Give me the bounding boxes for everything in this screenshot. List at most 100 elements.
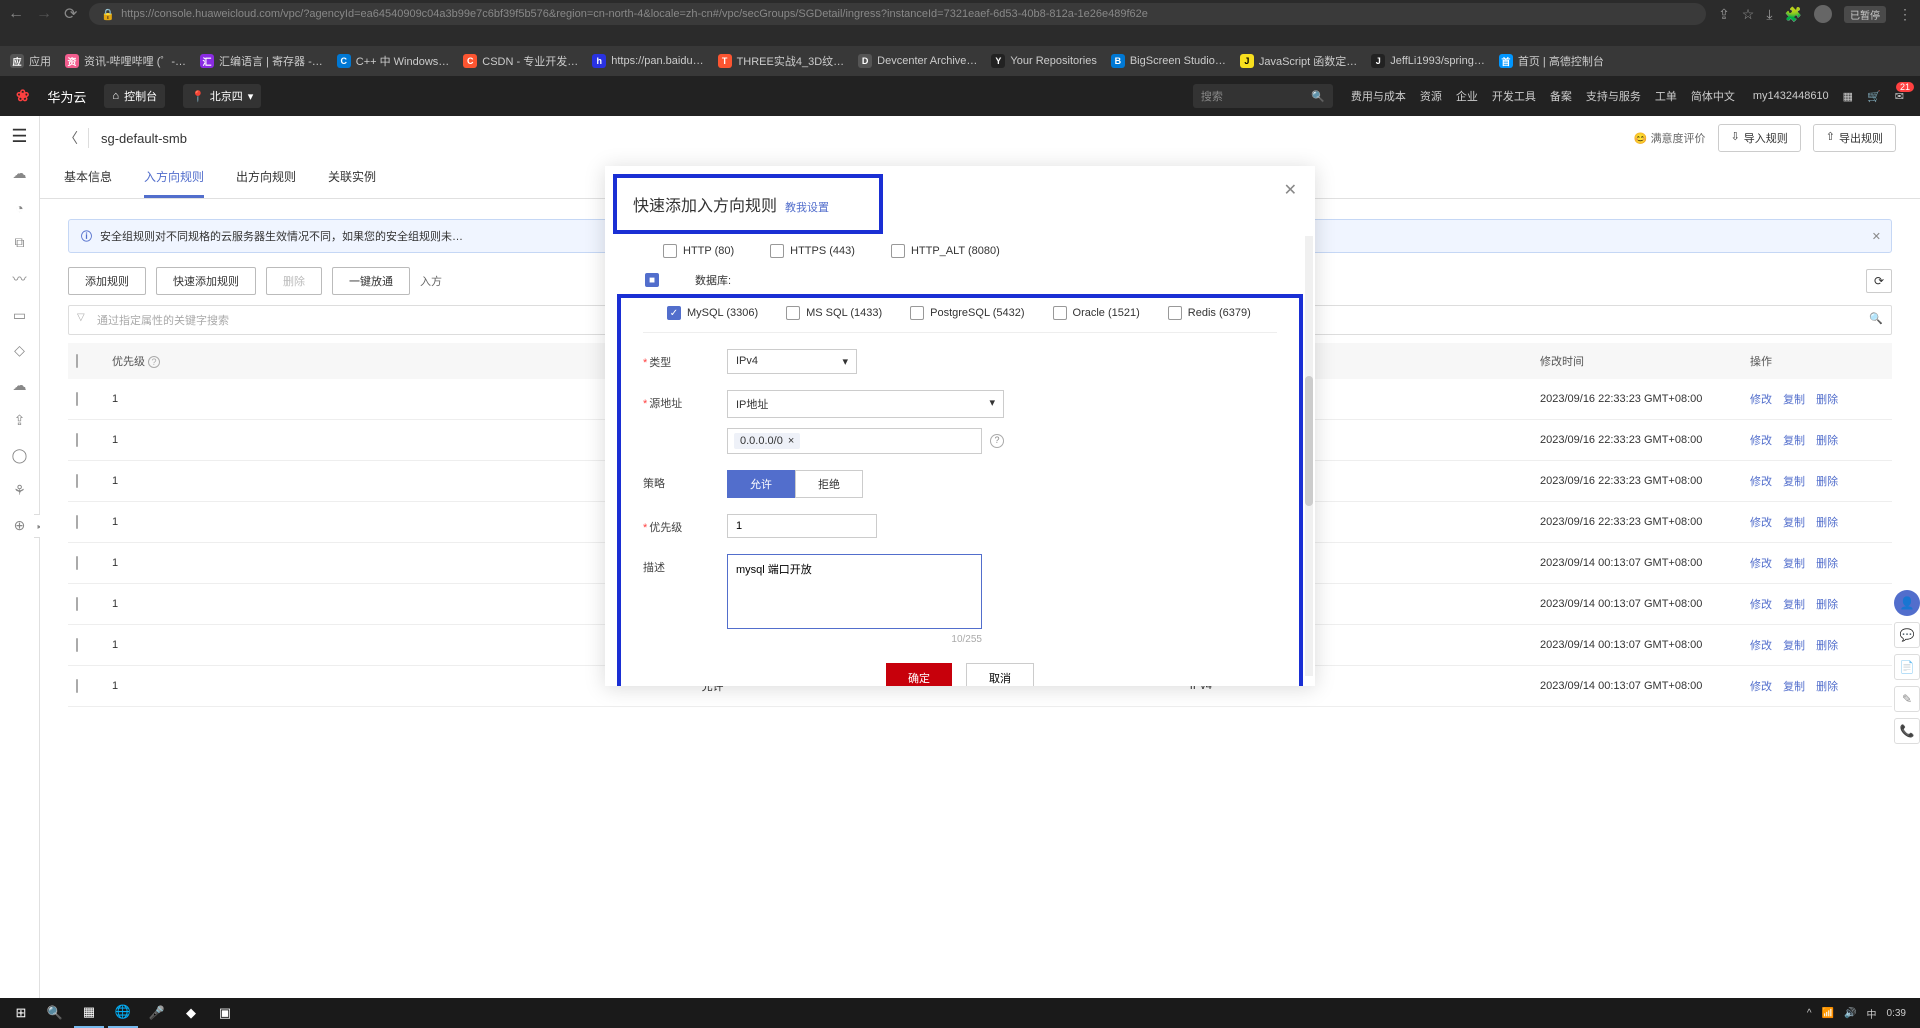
profile-avatar[interactable] xyxy=(1814,5,1832,23)
source-ip-input[interactable]: 0.0.0.0/0× xyxy=(727,428,982,454)
allow-button[interactable]: 允许 xyxy=(727,470,795,498)
source-type-select[interactable]: IP地址▾ xyxy=(727,390,1004,418)
float-phone-icon[interactable]: 📞 xyxy=(1894,718,1920,744)
console-link[interactable]: ⌂ 控制台 xyxy=(104,84,165,108)
cart-icon[interactable]: 🛒 xyxy=(1867,90,1881,103)
bookmark-item[interactable]: YYour Repositories xyxy=(991,54,1096,68)
http-checkbox[interactable]: HTTP (80) xyxy=(663,244,734,258)
header-link[interactable]: 工单 xyxy=(1655,88,1677,104)
tag-remove-icon: × xyxy=(788,435,794,447)
description-textarea[interactable] xyxy=(727,554,982,629)
bookmark-item[interactable]: JJeffLi1993/spring… xyxy=(1371,54,1485,68)
header-link[interactable]: 支持与服务 xyxy=(1586,88,1641,104)
star-icon[interactable]: ☆ xyxy=(1742,6,1755,23)
float-doc-icon[interactable]: 📄 xyxy=(1894,654,1920,680)
tray-ime[interactable]: 中 xyxy=(1867,1006,1877,1021)
url-text: https://console.huaweicloud.com/vpc/?age… xyxy=(121,8,1148,20)
ip-tag[interactable]: 0.0.0.0/0× xyxy=(734,433,800,449)
bookmark-item[interactable]: JJavaScript 函数定… xyxy=(1240,53,1357,69)
policy-label: 策略 xyxy=(643,470,713,491)
deny-button[interactable]: 拒绝 xyxy=(795,470,863,498)
type-select[interactable]: IPv4▾ xyxy=(727,349,857,374)
task-term[interactable]: ▣ xyxy=(210,998,240,1028)
reload-icon[interactable]: ⟳ xyxy=(64,4,77,24)
bookmark-icon: 资 xyxy=(65,54,79,68)
priority-input[interactable] xyxy=(727,514,877,538)
download-icon[interactable]: ⤓ xyxy=(1766,6,1772,23)
http-alt-checkbox[interactable]: HTTP_ALT (8080) xyxy=(891,244,1000,258)
menu-icon[interactable]: ⋮ xyxy=(1898,6,1912,23)
help-icon[interactable]: ? xyxy=(990,434,1004,448)
mssql-checkbox[interactable]: MS SQL (1433) xyxy=(786,306,882,320)
bookmark-item[interactable]: 资资讯-哔哩哔哩 (゜-… xyxy=(65,53,186,69)
modal-title: 快速添加入方向规则 xyxy=(633,192,777,216)
bookmark-icon: h xyxy=(592,54,606,68)
notification-icon[interactable]: ✉21 xyxy=(1895,90,1904,103)
cancel-button[interactable]: 取消 xyxy=(966,663,1034,686)
tray-time[interactable]: 0:39 xyxy=(1887,1008,1906,1019)
bookmark-item[interactable]: BBigScreen Studio… xyxy=(1111,54,1226,68)
bookmark-item[interactable]: 汇汇编语言 | 寄存器 -… xyxy=(200,53,323,69)
teach-me-link[interactable]: 教我设置 xyxy=(785,199,829,215)
bookmarks-bar: 应应用资资讯-哔哩哔哩 (゜-… 汇汇编语言 | 寄存器 -… CC++ 中 Win… xyxy=(0,46,1920,76)
header-link[interactable]: 开发工具 xyxy=(1492,88,1536,104)
header-link[interactable]: 备案 xyxy=(1550,88,1572,104)
region-select[interactable]: 📍 北京四 ▾ xyxy=(183,84,261,108)
tray-up-icon[interactable]: ^ xyxy=(1807,1008,1812,1019)
brand-text: 华为云 xyxy=(47,87,86,106)
header-link[interactable]: 简体中文 xyxy=(1691,88,1735,104)
address-bar[interactable]: 🔒 https://console.huaweicloud.com/vpc/?a… xyxy=(89,3,1706,25)
huawei-logo-icon[interactable]: ❀ xyxy=(16,86,29,106)
modal-scrollbar-thumb[interactable] xyxy=(1305,376,1313,506)
task-chrome[interactable]: 🌐 xyxy=(108,998,138,1028)
postgresql-checkbox[interactable]: PostgreSQL (5432) xyxy=(910,306,1024,320)
browser-chrome: ← → ⟳ 🔒 https://console.huaweicloud.com/… xyxy=(0,0,1920,46)
header-link[interactable]: 费用与成本 xyxy=(1351,88,1406,104)
mysql-checkbox[interactable]: ✓MySQL (3306) xyxy=(667,306,758,320)
database-label: 数据库: xyxy=(695,272,731,288)
task-app-1[interactable]: ▦ xyxy=(74,998,104,1028)
extensions-icon[interactable]: 🧩 xyxy=(1785,6,1802,23)
redis-checkbox[interactable]: Redis (6379) xyxy=(1168,306,1251,320)
start-icon[interactable]: ⊞ xyxy=(6,998,36,1028)
user-name[interactable]: my1432448610 xyxy=(1753,90,1829,102)
back-icon[interactable]: ← xyxy=(8,5,24,23)
bookmark-item[interactable]: CC++ 中 Windows… xyxy=(337,53,450,69)
chevron-down-icon: ▾ xyxy=(989,396,995,412)
bookmark-item[interactable]: DDevcenter Archive… xyxy=(858,54,977,68)
modal-overlay: ✕ 快速添加入方向规则 教我设置 HTTP (80) HTTPS (443) H… xyxy=(0,116,1920,1028)
tray-wifi-icon[interactable]: 📶 xyxy=(1822,1008,1834,1019)
bookmark-icon: B xyxy=(1111,54,1125,68)
share-icon[interactable]: ⇪ xyxy=(1718,6,1730,23)
confirm-button[interactable]: 确定 xyxy=(886,663,952,686)
bookmark-icon: C xyxy=(463,54,477,68)
highlighted-form-frame: ✓MySQL (3306) MS SQL (1433) PostgreSQL (… xyxy=(617,294,1303,686)
bookmark-icon: T xyxy=(718,54,732,68)
database-group-checkbox[interactable]: ■ xyxy=(645,273,659,287)
forward-icon: → xyxy=(36,5,52,23)
bookmark-item[interactable]: 应应用 xyxy=(10,53,51,69)
float-survey-icon[interactable]: ✎ xyxy=(1894,686,1920,712)
task-vscode[interactable]: ◆ xyxy=(176,998,206,1028)
bookmark-item[interactable]: 首首页 | 高德控制台 xyxy=(1499,53,1604,69)
search-icon: 🔍 xyxy=(1311,90,1325,103)
bookmark-item[interactable]: TTHREE实战4_3D纹… xyxy=(718,53,845,69)
huawei-header: ❀ 华为云 ⌂ 控制台 📍 北京四 ▾ 搜索🔍 费用与成本资源企业开发工具备案支… xyxy=(0,76,1920,116)
header-search[interactable]: 搜索🔍 xyxy=(1193,84,1333,108)
bookmark-item[interactable]: hhttps://pan.baidu… xyxy=(592,54,703,68)
header-link[interactable]: 资源 xyxy=(1420,88,1442,104)
grid-icon[interactable]: ▦ xyxy=(1843,90,1853,103)
bookmark-icon: C xyxy=(337,54,351,68)
tray-vol-icon[interactable]: 🔊 xyxy=(1844,1008,1856,1019)
bookmark-item[interactable]: CCSDN - 专业开发… xyxy=(463,53,578,69)
oracle-checkbox[interactable]: Oracle (1521) xyxy=(1053,306,1140,320)
source-label: *源地址 xyxy=(643,390,713,411)
task-mic[interactable]: 🎤 xyxy=(142,998,172,1028)
float-chat-icon[interactable]: 💬 xyxy=(1894,622,1920,648)
search-task-icon[interactable]: 🔍 xyxy=(40,998,70,1028)
description-label: 描述 xyxy=(643,554,713,575)
https-checkbox[interactable]: HTTPS (443) xyxy=(770,244,855,258)
header-link[interactable]: 企业 xyxy=(1456,88,1478,104)
float-helper-icon[interactable]: 👤 xyxy=(1894,590,1920,616)
modal-close-icon[interactable]: ✕ xyxy=(1284,180,1297,200)
